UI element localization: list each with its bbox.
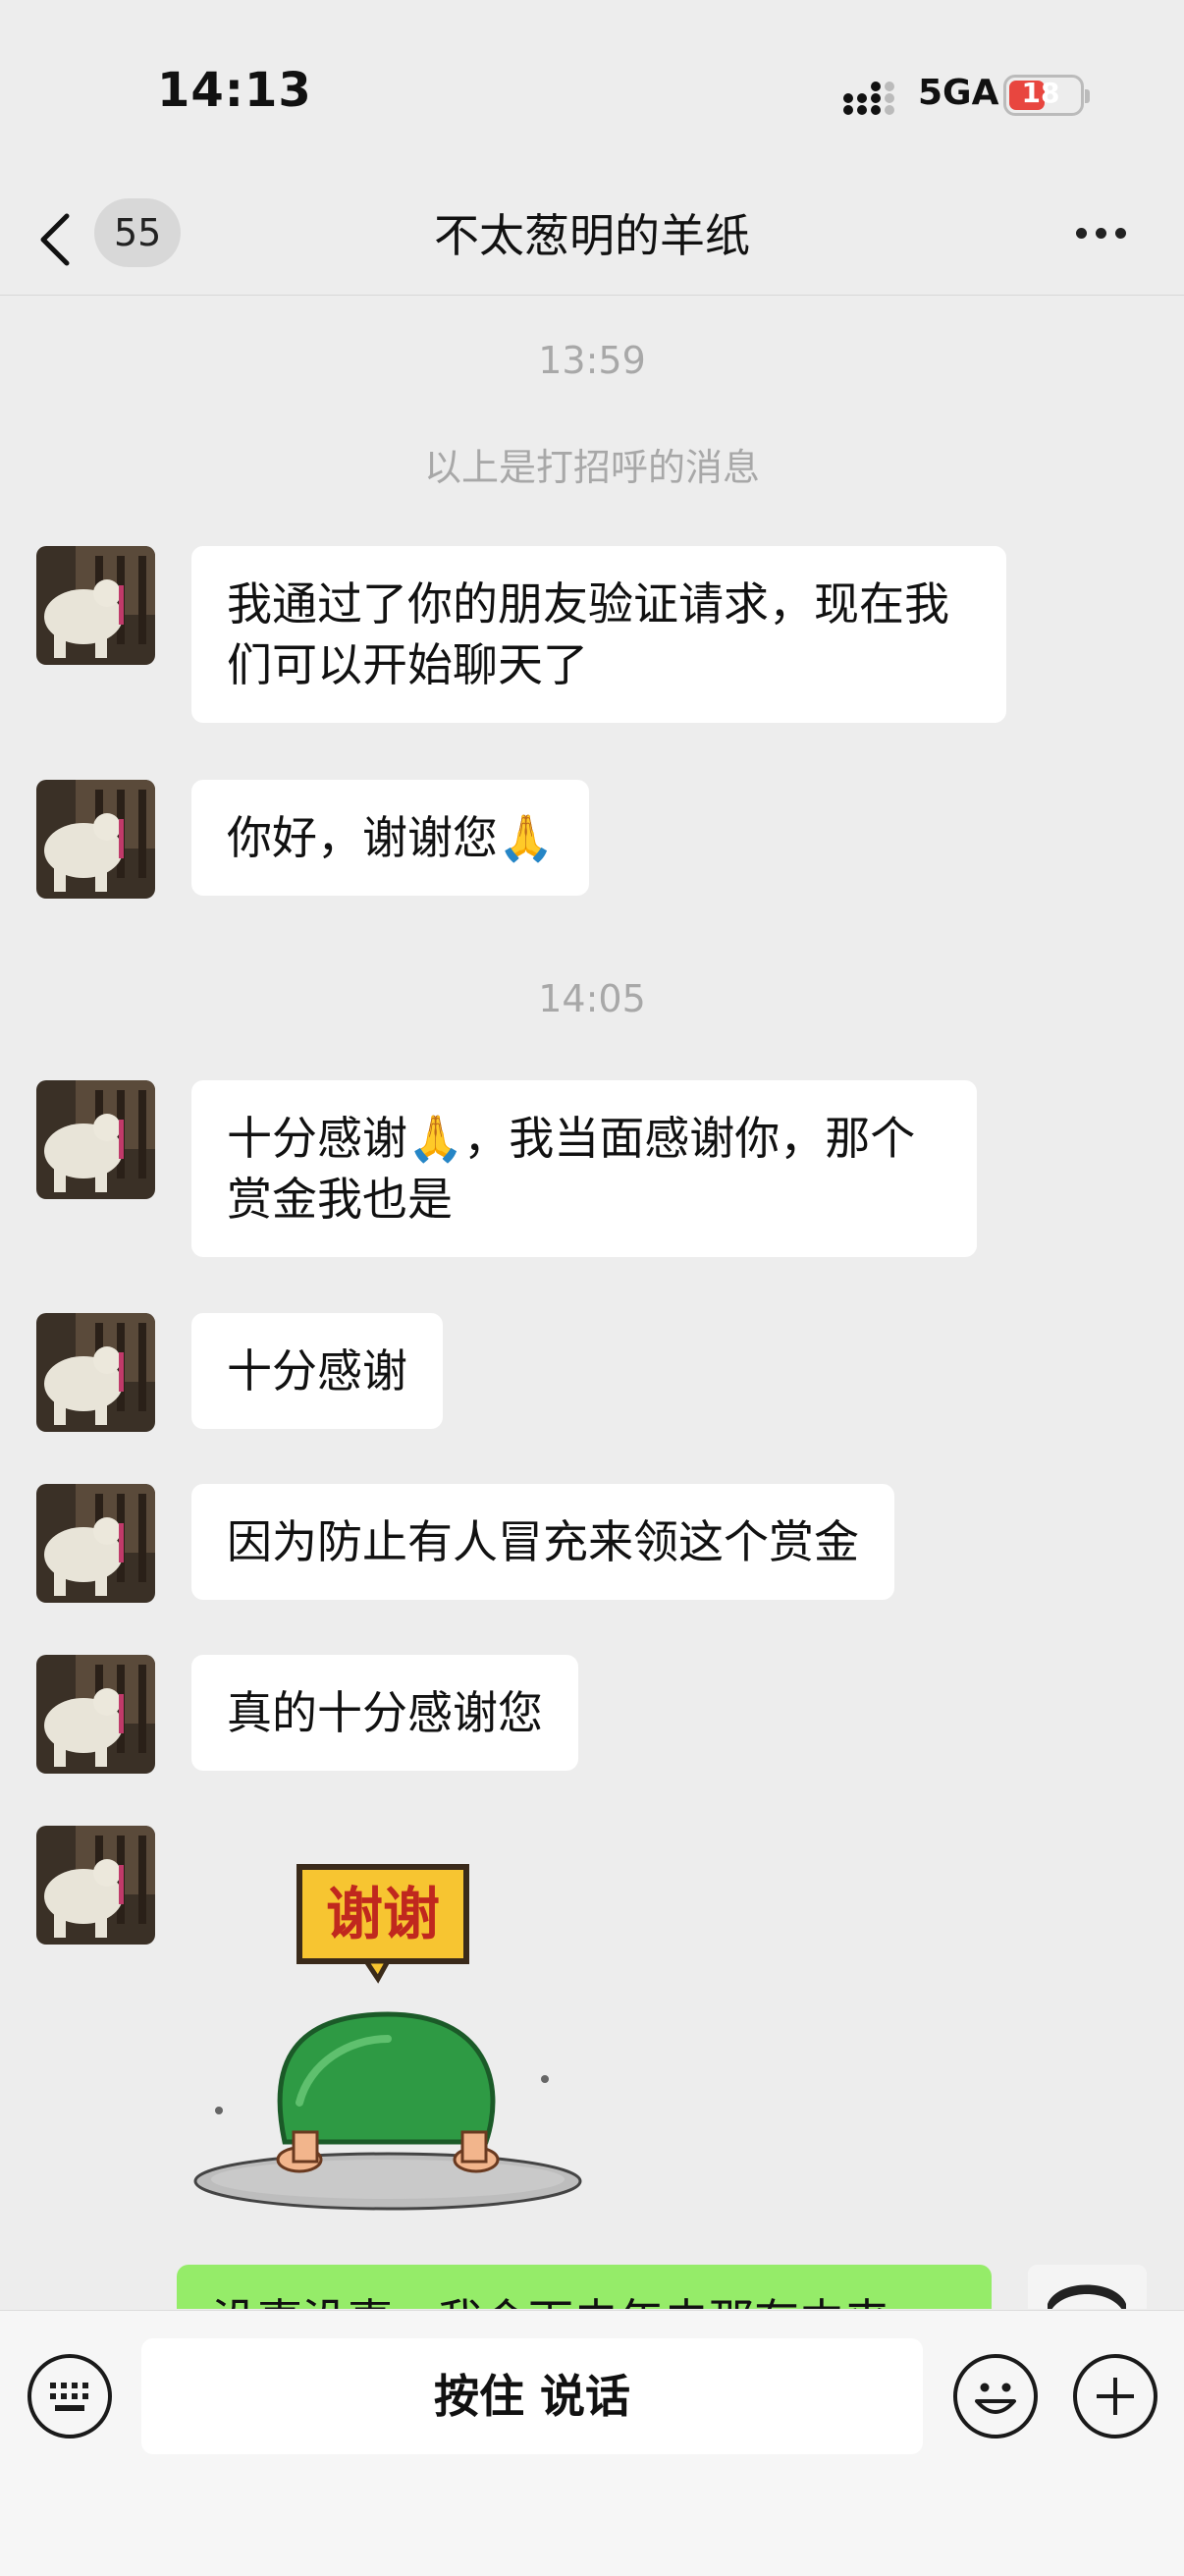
hold-to-talk-button[interactable]: 按住 说话 (141, 2338, 923, 2454)
contact-avatar[interactable] (36, 1313, 155, 1432)
back-chevron-icon (40, 213, 70, 266)
my-avatar[interactable] (1028, 2265, 1147, 2309)
contact-avatar[interactable] (36, 1484, 155, 1603)
status-time: 14:13 (157, 63, 312, 118)
message-list[interactable]: 13:59 以上是打招呼的消息 我通过了你的朋友验证请求，现在我们可以开始聊天了… (0, 296, 1184, 2309)
contact-avatar[interactable] (36, 1826, 155, 1945)
contact-avatar[interactable] (36, 1080, 155, 1199)
unread-count-badge: 55 (94, 198, 182, 267)
message-bubble[interactable]: 你好，谢谢您🙏 (191, 780, 590, 896)
chat-header: 55 不太葱明的羊纸 (0, 167, 1184, 296)
chat-title: 不太葱明的羊纸 (434, 209, 750, 262)
message-bubble[interactable]: 十分感谢 (191, 1313, 443, 1429)
battery-icon: 18 (1003, 75, 1090, 116)
outgoing-message-bubble[interactable]: 没事没事，我会下去年去那有中来 (177, 2265, 992, 2309)
contact-avatar[interactable] (36, 1655, 155, 1774)
timestamp: 14:05 (538, 977, 646, 1020)
signal-icon (843, 82, 894, 115)
sticker-label: 谢谢 (326, 1881, 440, 1947)
network-label: 5GA (918, 73, 999, 113)
back-button[interactable]: 55 (37, 198, 194, 273)
contact-avatar[interactable] (36, 780, 155, 899)
message-bubble[interactable]: 真的十分感谢您 (191, 1655, 578, 1771)
more-icon[interactable] (1070, 214, 1133, 253)
message-bubble[interactable]: 十分感谢🙏，我当面感谢你，那个赏金我也是 (191, 1080, 977, 1257)
system-message: 以上是打招呼的消息 (423, 446, 760, 489)
battery-level: 18 (1021, 77, 1060, 109)
thanks-sticker[interactable]: 谢谢 (191, 1847, 584, 2220)
contact-avatar[interactable] (36, 546, 155, 665)
keyboard-icon[interactable] (27, 2354, 112, 2439)
message-bubble[interactable]: 我通过了你的朋友验证请求，现在我们可以开始聊天了 (191, 546, 1006, 723)
timestamp: 13:59 (538, 339, 646, 382)
message-bubble[interactable]: 因为防止有人冒充来领这个赏金 (191, 1484, 894, 1600)
input-bar: 按住 说话 (0, 2310, 1184, 2576)
status-bar: 14:13 5GA 18 (0, 0, 1184, 167)
plus-icon[interactable] (1073, 2354, 1157, 2439)
emoji-icon[interactable] (953, 2354, 1038, 2439)
